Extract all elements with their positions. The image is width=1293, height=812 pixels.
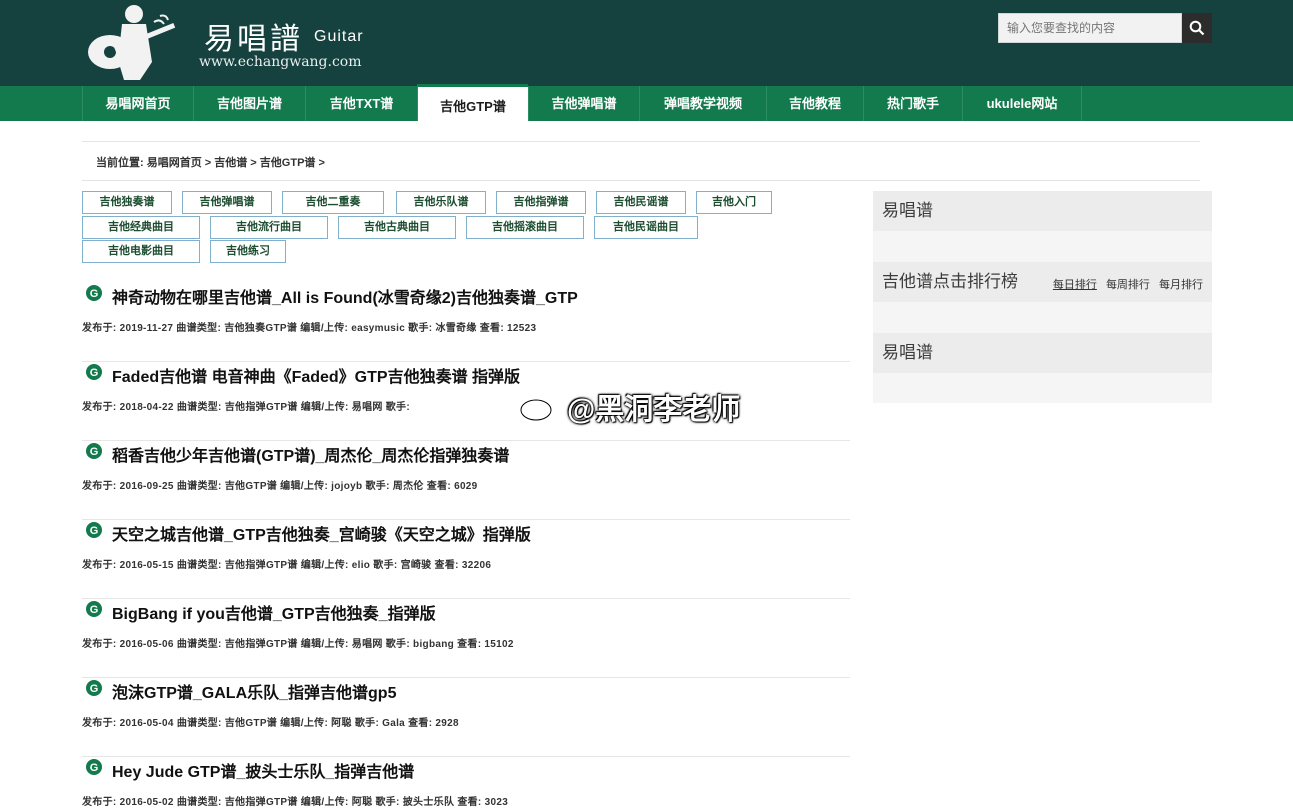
guitar-bullet-icon: G [86,522,102,538]
nav-item-hot-singers[interactable]: 热门歌手 [863,86,962,121]
svg-text:G: G [90,288,99,300]
site-header: 易唱譜 Guitar www.echangwang.com [0,0,1293,86]
weibo-watermark: @黑洞李老师 [519,388,740,426]
breadcrumb-bar: 当前位置: 易唱网首页 > 吉他谱 > 吉他GTP谱 > [82,141,1200,181]
guitar-bullet-icon: G [86,364,102,380]
tag-item[interactable]: 吉他电影曲目 [82,240,200,263]
nav-item-home[interactable]: 易唱网首页 [82,86,193,121]
article-title[interactable]: Faded吉他谱 电音神曲《Faded》GTP吉他独奏谱 指弹版 [112,363,520,387]
guitar-bullet-icon: G [86,680,102,696]
search-button[interactable] [1182,13,1212,43]
guitar-bullet-icon: G [86,601,102,617]
svg-text:G: G [90,446,99,458]
article-title[interactable]: 稻香吉他少年吉他谱(GTP谱)_周杰伦_周杰伦指弹独奏谱 [112,442,509,466]
article-title[interactable]: 天空之城吉他谱_GTP吉他独奏_宫崎骏《天空之城》指弹版 [112,521,531,545]
site-logo[interactable]: 易唱譜 Guitar www.echangwang.com [84,0,384,86]
guitar-bullet-icon: G [86,285,102,301]
nav-item-gtp-tabs[interactable]: 吉他GTP谱 [417,84,528,121]
sidebar-title: 易唱谱 [873,191,1212,231]
search-icon [1189,20,1205,36]
svg-text:G: G [90,683,99,695]
tag-item[interactable]: 吉他指弹谱 [496,191,586,214]
list-item: G 稻香吉他少年吉他谱(GTP谱)_周杰伦_周杰伦指弹独奏谱 发布于: 2016… [82,443,850,520]
article-meta: 发布于: 2016-09-25 曲谱类型: 吉他GTP谱 编辑/上传: jojo… [82,481,478,492]
rank-title: 吉他谱点击排行榜 [882,272,1018,291]
logo-title: 易唱譜 [204,22,303,57]
tag-item[interactable]: 吉他二重奏 [282,191,384,214]
guitar-bullet-icon: G [86,443,102,459]
tag-item[interactable]: 吉他乐队谱 [396,191,486,214]
search-input[interactable] [999,14,1181,42]
article-title[interactable]: 泡沫GTP谱_GALA乐队_指弹吉他谱gp5 [112,679,396,703]
list-item: G 天空之城吉他谱_GTP吉他独奏_宫崎骏《天空之城》指弹版 发布于: 2016… [82,522,850,599]
list-item: G Hey Jude GTP谱_披头士乐队_指弹吉他谱 发布于: 2016-05… [82,759,850,812]
tag-item[interactable]: 吉他流行曲目 [210,216,328,239]
rank-header: 吉他谱点击排行榜 每日排行 每周排行 每月排行 [873,262,1212,302]
article-meta: 发布于: 2016-05-04 曲谱类型: 吉他GTP谱 编辑/上传: 阿聪 歌… [82,718,459,729]
tag-item[interactable]: 吉他练习 [210,240,286,263]
nav-item-ukulele[interactable]: ukulele网站 [962,86,1082,121]
nav-item-teaching-videos[interactable]: 弹唱教学视频 [639,86,766,121]
list-item: G BigBang if you吉他谱_GTP吉他独奏_指弹版 发布于: 201… [82,601,850,678]
svg-text:G: G [90,762,99,774]
article-meta: 发布于: 2019-11-27 曲谱类型: 吉他独奏GTP谱 编辑/上传: ea… [82,323,537,334]
sidebar-body [873,373,1212,403]
sidebar-body [873,231,1212,263]
logo-subtitle: Guitar [314,28,364,45]
nav-item-image-tabs[interactable]: 吉他图片谱 [193,86,305,121]
tag-item[interactable]: 吉他民谣谱 [596,191,686,214]
tag-item[interactable]: 吉他古典曲目 [338,216,456,239]
article-title[interactable]: 神奇动物在哪里吉他谱_All is Found(冰雪奇缘2)吉他独奏谱_GTP [112,284,578,308]
article-meta: 发布于: 2018-04-22 曲谱类型: 吉他指弹GTP谱 编辑/上传: 易唱… [82,402,410,413]
tab-monthly[interactable]: 每月排行 [1159,279,1203,291]
logo-url: www.echangwang.com [199,54,362,70]
search-field [998,13,1182,43]
main-nav: 易唱网首页 吉他图片谱 吉他TXT谱 吉他GTP谱 吉他弹唱谱 弹唱教学视频 吉… [0,84,1293,121]
tag-item[interactable]: 吉他经典曲目 [82,216,200,239]
list-item: G 神奇动物在哪里吉他谱_All is Found(冰雪奇缘2)吉他独奏谱_GT… [82,285,850,362]
svg-text:G: G [90,367,99,379]
article-meta: 发布于: 2016-05-02 曲谱类型: 吉他指弹GTP谱 编辑/上传: 阿聪… [82,797,509,808]
article-meta: 发布于: 2016-05-15 曲谱类型: 吉他指弹GTP谱 编辑/上传: el… [82,560,492,571]
sidebar-block: 易唱谱 [873,333,1212,403]
list-item: G 泡沫GTP谱_GALA乐队_指弹吉他谱gp5 发布于: 2016-05-04… [82,680,850,757]
sidebar-title: 易唱谱 [873,333,1212,373]
svg-text:G: G [90,604,99,616]
tag-item[interactable]: 吉他独奏谱 [82,191,172,214]
nav-item-strumming-tabs[interactable]: 吉他弹唱谱 [528,86,639,121]
nav-item-txt-tabs[interactable]: 吉他TXT谱 [305,86,417,121]
watermark-text: @黑洞李老师 [567,394,741,426]
nav-item-tutorials[interactable]: 吉他教程 [766,86,863,121]
article-title[interactable]: Hey Jude GTP谱_披头士乐队_指弹吉他谱 [112,758,414,782]
weibo-icon [519,393,557,422]
tag-item[interactable]: 吉他入门 [696,191,772,214]
tab-weekly[interactable]: 每周排行 [1106,279,1150,291]
article-meta: 发布于: 2016-05-06 曲谱类型: 吉他指弹GTP谱 编辑/上传: 易唱… [82,639,514,650]
svg-text:G: G [90,525,99,537]
tag-item[interactable]: 吉他摇滚曲目 [466,216,584,239]
tag-item[interactable]: 吉他弹唱谱 [182,191,272,214]
rank-tabs: 每日排行 每周排行 每月排行 [1047,262,1203,308]
guitarist-logo-icon [88,5,176,80]
tag-item[interactable]: 吉他民谣曲目 [594,216,698,239]
article-title[interactable]: BigBang if you吉他谱_GTP吉他独奏_指弹版 [112,600,436,624]
sidebar-block: 易唱谱 [873,191,1212,263]
guitar-bullet-icon: G [86,759,102,775]
tab-daily[interactable]: 每日排行 [1053,279,1097,291]
breadcrumb[interactable]: 当前位置: 易唱网首页 > 吉他谱 > 吉他GTP谱 > [96,154,325,170]
rank-block: 吉他谱点击排行榜 每日排行 每周排行 每月排行 [873,262,1212,334]
